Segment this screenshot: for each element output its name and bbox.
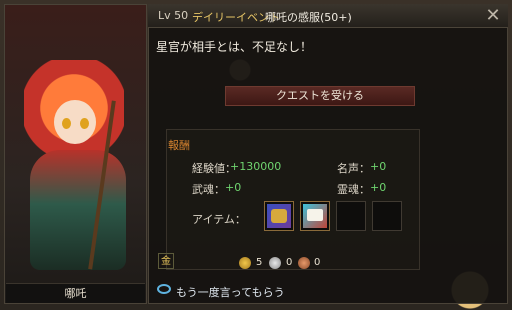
spirit-soul-label: 霊魂： bbox=[337, 183, 370, 196]
portrait-body bbox=[30, 150, 126, 270]
exp-value: +130000 bbox=[230, 160, 282, 173]
portrait-eye-right bbox=[80, 118, 89, 129]
item-icon-1-detail bbox=[271, 209, 287, 223]
reward-title: 報酬 bbox=[168, 139, 190, 152]
martial-soul-value: +0 bbox=[225, 181, 242, 194]
items-label: アイテム： bbox=[192, 213, 246, 226]
item-slot-3[interactable] bbox=[336, 201, 366, 231]
gold-badge: 金 bbox=[158, 253, 174, 269]
quest-title: 哪吒の感服(50+) bbox=[265, 11, 352, 24]
fame-label: 名声： bbox=[337, 162, 370, 175]
fame-value: +0 bbox=[370, 160, 387, 173]
gold-coin-value: 5 bbox=[256, 257, 263, 268]
character-name: 哪吒 bbox=[6, 283, 145, 303]
gold-coin-icon bbox=[239, 257, 251, 269]
chat-icon bbox=[157, 284, 171, 294]
reward-panel bbox=[166, 129, 420, 270]
item-icon-2-detail bbox=[307, 209, 323, 221]
close-icon[interactable]: ✕ bbox=[484, 7, 502, 25]
martial-soul-label: 武魂： bbox=[192, 183, 225, 196]
copper-coin-value: 0 bbox=[314, 257, 321, 268]
item-slot-4[interactable] bbox=[372, 201, 402, 231]
copper-coin-icon bbox=[298, 257, 310, 269]
silver-coin-icon bbox=[269, 257, 281, 269]
quest-level: Lv 50 bbox=[158, 9, 189, 22]
spirit-soul-value: +0 bbox=[370, 181, 387, 194]
silver-coin-value: 0 bbox=[286, 257, 293, 268]
repeat-dialogue-link[interactable]: もう一度言ってもらう bbox=[176, 284, 285, 300]
portrait-face bbox=[54, 100, 96, 144]
npc-dialogue: 星官が相手とは、不足なし！ bbox=[156, 40, 313, 54]
accept-quest-button[interactable]: クエストを受ける bbox=[225, 86, 415, 106]
portrait-eye-left bbox=[62, 118, 71, 129]
